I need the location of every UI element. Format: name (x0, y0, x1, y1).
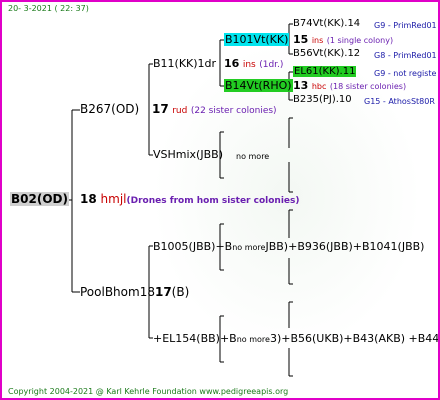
root-num: 18 (80, 192, 97, 206)
ggs-1-source: ins (311, 36, 324, 45)
ggs-1[interactable]: B101Vt(KK) (224, 33, 290, 46)
ggs-2-label: B56Vt(KK).12 (293, 48, 361, 59)
root-note: (Drones from hom sister colonies) (126, 196, 300, 206)
footer-copyright: Copyright 2004-2021 @ Karl Kehrle Founda… (8, 387, 289, 396)
gs4-label: +EL154(BB)+B (153, 332, 237, 345)
ggs-4-label: B14Vt(RHO) (224, 79, 293, 92)
ggs-1-info: 15 ins (1 single colony) (293, 33, 393, 47)
ggs-2-group: G8 - PrimRed01 (374, 51, 437, 60)
dam-suffix: (B) (171, 285, 190, 299)
gs3-node[interactable]: B1005(JBB)+Bno moreJBB)+B936(JBB)+B1041(… (153, 240, 424, 254)
ggs-4[interactable]: B14Vt(RHO) (224, 79, 293, 92)
gs4-node[interactable]: +EL154(BB)+Bno more3)+B56(UKB)+B43(AKB) … (153, 332, 440, 346)
gs2-note: no more (236, 152, 270, 161)
sire-num: 17 (152, 102, 169, 116)
ggs-0-label: B74Vt(KK).14 (293, 18, 361, 29)
dam-node[interactable]: PoolBhom1817(B) (80, 286, 189, 299)
gs1-note: (1dr.) (259, 60, 284, 70)
ggs-3-label: EL61(KK).11 (293, 66, 357, 77)
root-node[interactable]: B02(OD) (10, 192, 69, 206)
ggs-2[interactable]: B56Vt(KK).12 (293, 47, 360, 60)
gs2-label: VSHmix(JBB) (153, 148, 223, 161)
ggs-5[interactable]: B235(PJ).10 (293, 93, 352, 106)
ggs-4-note: (18 sister colonies) (329, 82, 407, 91)
dam-num: 17 (154, 285, 172, 299)
gs3-label: B1005(JBB)+B (153, 240, 233, 253)
sire-label: B267(OD) (80, 102, 140, 116)
gs1-label: B11(KK)1dr (153, 57, 217, 70)
gs1-source: ins (242, 60, 256, 70)
ggs-0-group: G9 - PrimRed01 (374, 21, 437, 30)
sire-source: rud (172, 106, 188, 116)
ggs-4-source: hbc (311, 82, 327, 91)
gs1-info: 16 ins (1dr.) (224, 57, 283, 72)
gs4-mid: no more (236, 335, 270, 344)
ggs-0[interactable]: B74Vt(KK).14 (293, 17, 360, 30)
ggs-4-info: 13 hbc (18 sister colonies) (293, 79, 406, 93)
sire-info: 17 rud (22 sister colonies) (152, 103, 277, 118)
gs1-node[interactable]: B11(KK)1dr (153, 57, 216, 70)
dam-label: PoolBhom18 (80, 285, 155, 299)
root-info: 18 hmjl(Drones from hom sister colonies) (80, 193, 300, 208)
gs4-rest: 3)+B56(UKB)+B43(AKB) +B44(A (269, 332, 440, 345)
root-label: B02(OD) (10, 192, 69, 206)
sire-note: (22 sister colonies) (190, 106, 277, 116)
pedigree-frame: 20- 3-2021 ( 22: 37) B02(OD) 18 hmjl(Dro… (0, 0, 440, 400)
ggs-4-num: 13 (293, 79, 309, 92)
sire-node[interactable]: B267(OD) (80, 103, 139, 116)
root-source: hmjl (100, 192, 127, 206)
ggs-3[interactable]: EL61(KK).11 (293, 65, 357, 78)
gs3-rest: JBB)+B936(JBB)+B1041(JBB) (265, 240, 425, 253)
gs3-mid: no more (232, 243, 266, 252)
ggs-1-label: B101Vt(KK) (224, 33, 290, 46)
gs2-node[interactable]: VSHmix(JBB) (153, 148, 223, 161)
ggs-5-label: B235(PJ).10 (293, 94, 352, 105)
gs1-num: 16 (224, 57, 240, 70)
ggs-1-note: (1 single colony) (326, 36, 394, 45)
ggs-1-num: 15 (293, 33, 309, 46)
ggs-5-group: G15 - AthosSt80R (364, 97, 435, 106)
